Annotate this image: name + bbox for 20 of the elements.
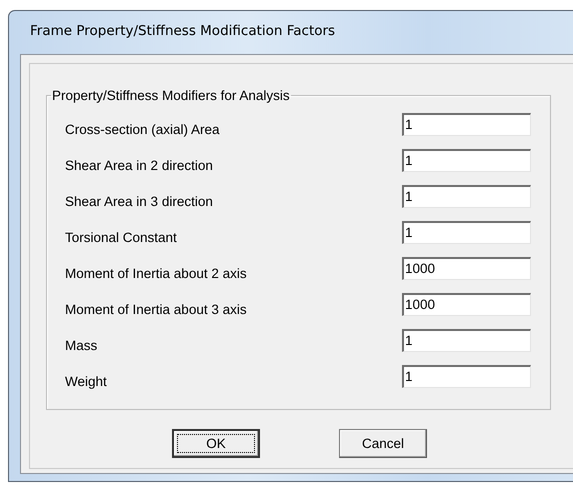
input-field[interactable]: 1 (402, 220, 531, 244)
group-title: Property/Stiffness Modifiers for Analysis (51, 88, 291, 103)
field-label: Moment of Inertia about 2 axis (65, 264, 248, 280)
cancel-button[interactable]: Cancel (339, 429, 427, 458)
field-label: Weight (65, 372, 108, 388)
field-label: Shear Area in 2 direction (65, 156, 214, 172)
input-field[interactable]: 1000 (402, 256, 531, 280)
field-label: Shear Area in 3 direction (65, 192, 214, 208)
field-label: Mass (65, 336, 98, 352)
field-label: Cross-section (axial) Area (65, 120, 221, 136)
input-field[interactable]: 1 (402, 112, 531, 136)
input-field[interactable]: 1 (402, 364, 531, 388)
field-label: Torsional Constant (65, 228, 178, 244)
input-field[interactable]: 1000 (402, 292, 531, 316)
input-field[interactable]: 1 (402, 328, 531, 352)
window-title: Frame Property/Stiffness Modification Factors (29, 22, 336, 41)
input-field[interactable]: 1 (402, 184, 531, 208)
field-label: Moment of Inertia about 3 axis (65, 300, 248, 316)
ok-button[interactable]: OK (172, 429, 260, 458)
input-field[interactable]: 1 (402, 148, 531, 172)
